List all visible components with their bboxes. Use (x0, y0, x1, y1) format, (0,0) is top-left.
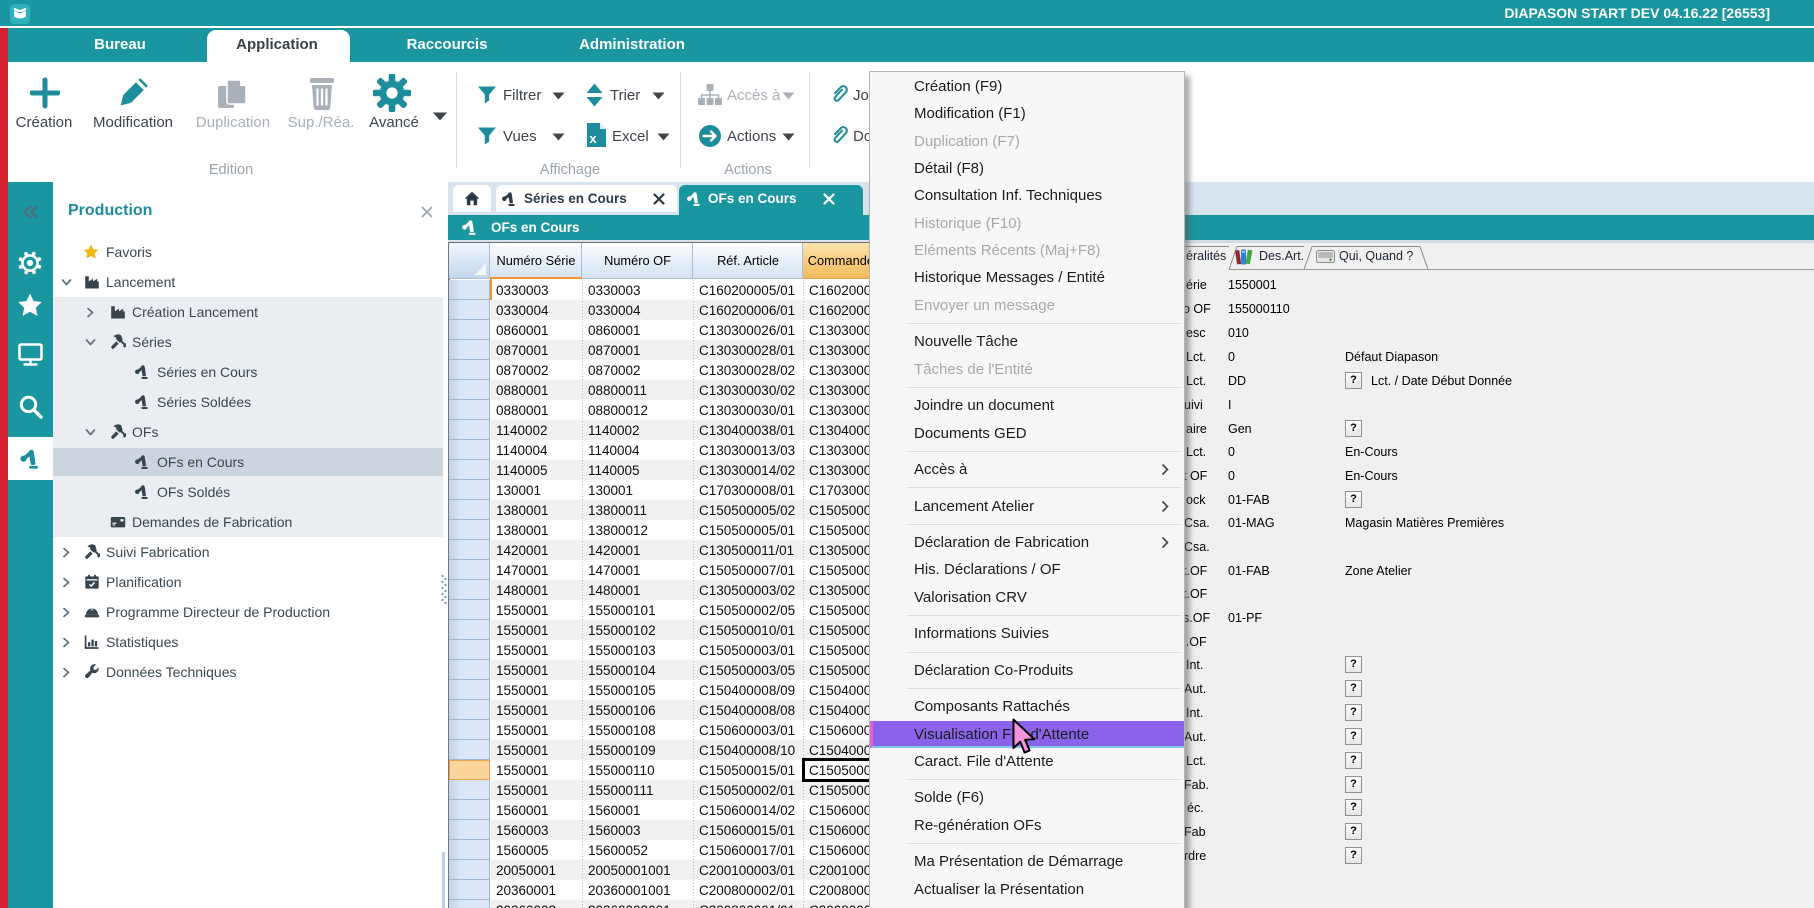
svg-text:x: x (589, 131, 597, 146)
